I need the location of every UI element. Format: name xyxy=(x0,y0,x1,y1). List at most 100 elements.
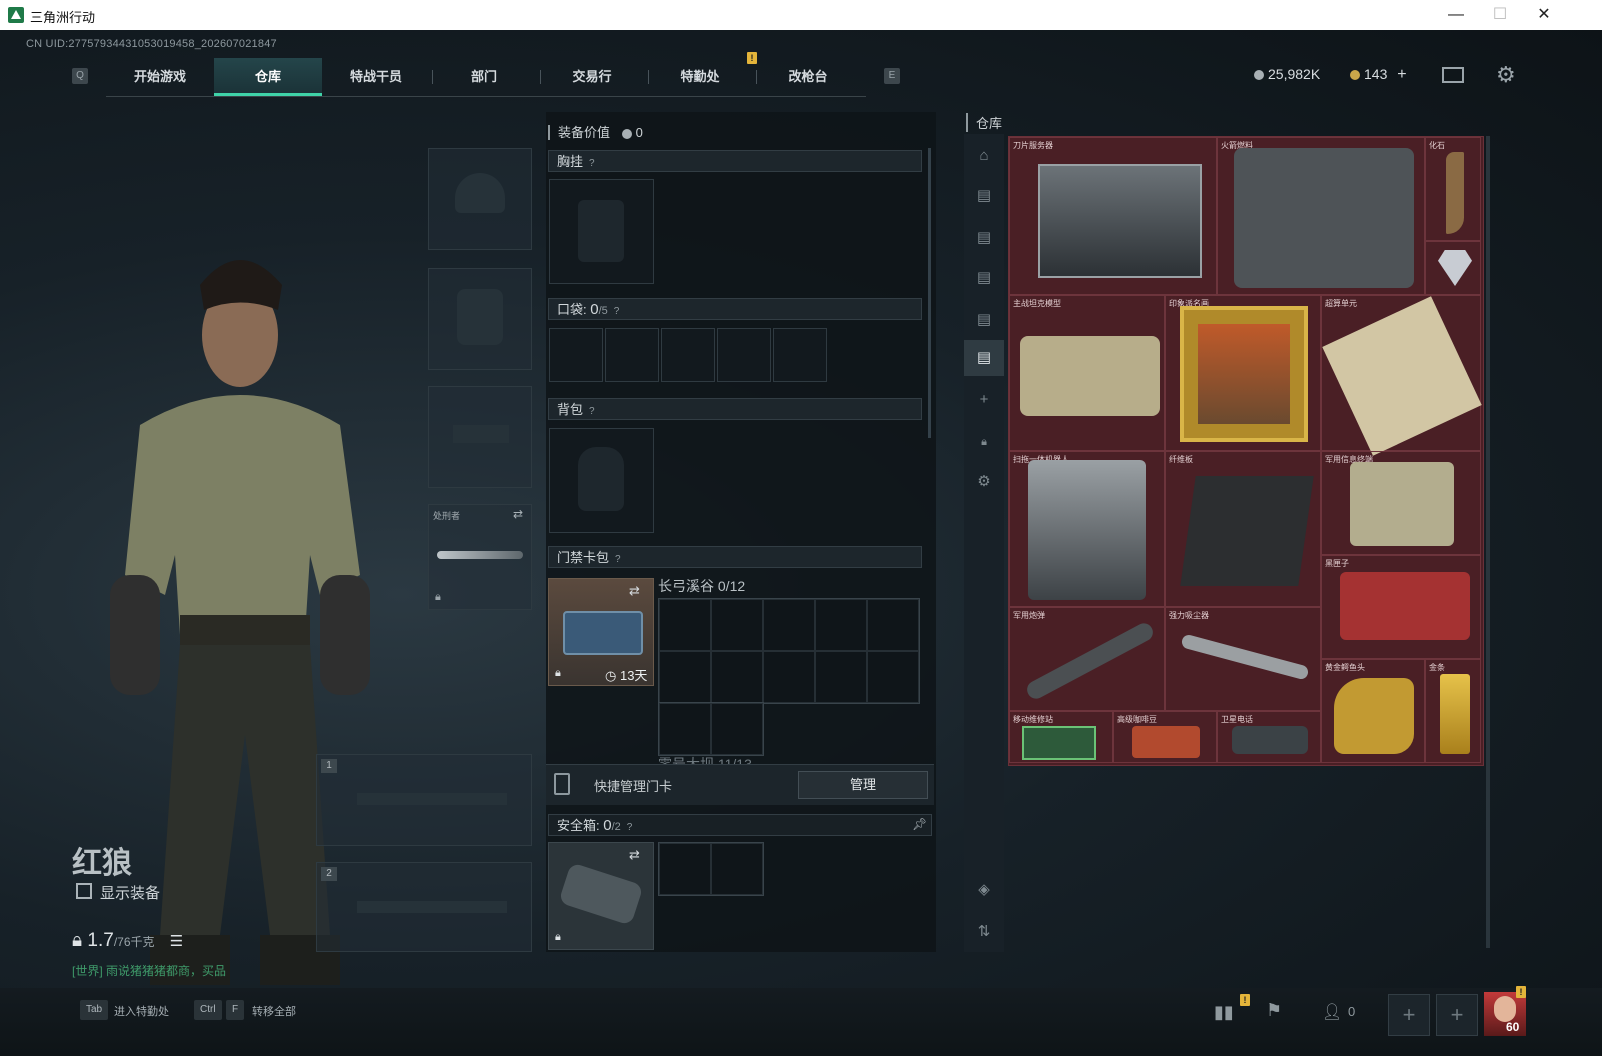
warehouse-tab-1-icon[interactable]: ▤ xyxy=(974,186,994,206)
tab-start-game[interactable]: 开始游戏 xyxy=(106,58,214,96)
warehouse-item[interactable]: 主战坦克模型 xyxy=(1009,295,1165,451)
close-button[interactable]: ✕ xyxy=(1522,0,1566,30)
help-icon[interactable]: ? xyxy=(614,306,620,317)
swap-icon[interactable]: ⇄ xyxy=(629,583,640,599)
invite-slot-button[interactable]: + xyxy=(1436,994,1478,1036)
safebox-grid[interactable] xyxy=(658,842,764,896)
backpack-slot[interactable] xyxy=(549,428,654,533)
window-title: 三角洲行动 xyxy=(30,10,96,25)
warehouse-item[interactable]: 军用信息终端 xyxy=(1321,451,1481,555)
diamond-icon xyxy=(1438,250,1472,286)
transfer-all-label[interactable]: 转移全部 xyxy=(252,1003,296,1019)
layers-icon[interactable]: ◈ xyxy=(974,880,994,900)
warehouse-item[interactable]: 黄金鳄鱼头 xyxy=(1321,659,1425,763)
manage-button[interactable]: 管理 xyxy=(798,771,928,799)
keycard-grid-extra[interactable] xyxy=(658,702,764,756)
friends-icon[interactable]: 👤︎ xyxy=(1322,1002,1342,1022)
warehouse-tab-3-icon[interactable]: ▤ xyxy=(974,268,994,288)
key-f[interactable]: F xyxy=(226,1000,245,1020)
nav-key-e[interactable]: E xyxy=(884,68,900,84)
help-icon[interactable]: ? xyxy=(627,822,633,833)
player-avatar[interactable]: 60 xyxy=(1484,992,1526,1036)
pocket-header: 口袋: 0/5? xyxy=(548,298,922,320)
tab-trade[interactable]: 交易行 xyxy=(538,58,646,96)
mail-icon[interactable] xyxy=(1442,67,1464,83)
warehouse-item[interactable]: 化石 xyxy=(1425,137,1481,241)
warehouse-item[interactable]: 超算单元 xyxy=(1321,295,1482,456)
keycard-icon xyxy=(554,773,570,795)
warehouse-item[interactable]: 金条 xyxy=(1425,659,1481,763)
maximize-button[interactable]: ☐ xyxy=(1478,0,1522,30)
tank-model-icon xyxy=(1020,336,1160,416)
loadout-scrollbar[interactable] xyxy=(928,148,931,438)
chest-rig-slot[interactable] xyxy=(549,179,654,284)
swap-icon[interactable]: ⇄ xyxy=(513,507,523,521)
sort-icon[interactable]: ⇅ xyxy=(974,922,994,942)
key-tab[interactable]: Tab xyxy=(80,1000,109,1020)
safebox-header: 安全箱: 0/2? xyxy=(548,814,932,836)
warehouse-item[interactable]: 刀片服务器 xyxy=(1009,137,1217,295)
help-icon[interactable]: ? xyxy=(589,406,595,417)
blade-server-icon xyxy=(1038,164,1202,278)
warehouse-tab-4-icon[interactable]: ▤ xyxy=(974,310,994,330)
warehouse-item[interactable]: 卫星电话 xyxy=(1217,711,1321,763)
warehouse-item[interactable]: 纤维板 xyxy=(1165,451,1321,607)
lock-icon[interactable]: 🔒︎ xyxy=(974,432,994,452)
tab-operators[interactable]: 特战干员 xyxy=(322,58,430,96)
repair-station-icon xyxy=(1022,726,1096,760)
warehouse-settings-icon[interactable]: ⚙ xyxy=(974,472,994,492)
key-ctrl[interactable]: Ctrl xyxy=(194,1000,222,1020)
swap-icon[interactable]: ⇄ xyxy=(629,847,640,863)
warehouse-item[interactable]: 强力吸尘器 xyxy=(1165,607,1321,711)
stats-icon[interactable]: ▮▮ xyxy=(1214,1002,1234,1023)
app-logo-icon xyxy=(8,7,24,23)
flag-icon[interactable]: ⚑ xyxy=(1266,1000,1282,1021)
pocket-slot[interactable] xyxy=(549,328,603,382)
armor-icon xyxy=(457,289,503,345)
world-chat-message[interactable]: [世界] 雨说猪猪猪都商，买品 xyxy=(72,962,226,979)
enter-special-ops-label[interactable]: 进入特勤处 xyxy=(114,1003,169,1019)
secondary-weapon-slot[interactable]: 2 xyxy=(316,862,532,952)
primary-weapon-slot[interactable]: 1 xyxy=(316,754,532,846)
keycard-case-slot[interactable]: ⇄ 🔒︎ ◷ 13天 xyxy=(548,578,654,686)
minimize-button[interactable]: — xyxy=(1434,0,1478,30)
pocket-slot[interactable] xyxy=(661,328,715,382)
add-tab-icon[interactable]: + xyxy=(974,390,994,410)
tab-gunsmith[interactable]: 改枪台 xyxy=(754,58,862,96)
help-icon[interactable]: ? xyxy=(615,554,621,565)
list-icon[interactable]: ☰ xyxy=(170,933,183,950)
warehouse-item[interactable]: 印象派名画 xyxy=(1165,295,1321,451)
help-icon[interactable]: ? xyxy=(589,158,595,169)
silver-coin-icon xyxy=(621,128,632,139)
pocket-slot[interactable] xyxy=(605,328,659,382)
warehouse-tab-5-icon[interactable]: ▤ xyxy=(974,348,994,368)
add-gold-button[interactable]: + xyxy=(1397,66,1406,83)
armor-slot[interactable] xyxy=(428,268,532,370)
nav-key-q[interactable]: Q xyxy=(72,68,88,84)
tab-warehouse[interactable]: 仓库 xyxy=(214,58,322,96)
keycard-grid[interactable] xyxy=(658,598,920,704)
warehouse-item[interactable]: 扫拖一体机器人 xyxy=(1009,451,1165,607)
show-gear-checkbox[interactable] xyxy=(76,883,92,899)
pocket-slot[interactable] xyxy=(717,328,771,382)
pin-icon[interactable]: 📌︎ xyxy=(912,817,927,831)
tab-department[interactable]: 部门 xyxy=(430,58,538,96)
warehouse-item[interactable]: 黑匣子 xyxy=(1321,555,1481,659)
tab-special-ops[interactable]: 特勤处 xyxy=(646,58,754,96)
warehouse-home-icon[interactable]: ⌂ xyxy=(974,146,994,166)
player-level: 60 xyxy=(1506,1020,1520,1034)
helmet-slot[interactable] xyxy=(428,148,532,250)
pocket-slot[interactable] xyxy=(773,328,827,382)
warehouse-item[interactable]: 军用炮弹 xyxy=(1009,607,1165,711)
warehouse-item[interactable]: 高级咖啡豆 xyxy=(1113,711,1217,763)
warehouse-item[interactable]: 移动维修站 xyxy=(1009,711,1113,763)
warehouse-tab-2-icon[interactable]: ▤ xyxy=(974,228,994,248)
melee-slot[interactable]: 处刑者 ⇄ 🔒︎ xyxy=(428,504,532,610)
warehouse-scrollbar[interactable] xyxy=(1486,136,1490,948)
warehouse-item[interactable]: 火箭燃料 xyxy=(1217,137,1425,295)
safebox-slot[interactable]: ⇄ 🔒︎ xyxy=(548,842,654,950)
warehouse-item[interactable] xyxy=(1425,241,1481,295)
invite-slot-button[interactable]: + xyxy=(1388,994,1430,1036)
pistol-slot[interactable] xyxy=(428,386,532,488)
settings-gear-icon[interactable]: ⚙ xyxy=(1496,62,1516,88)
